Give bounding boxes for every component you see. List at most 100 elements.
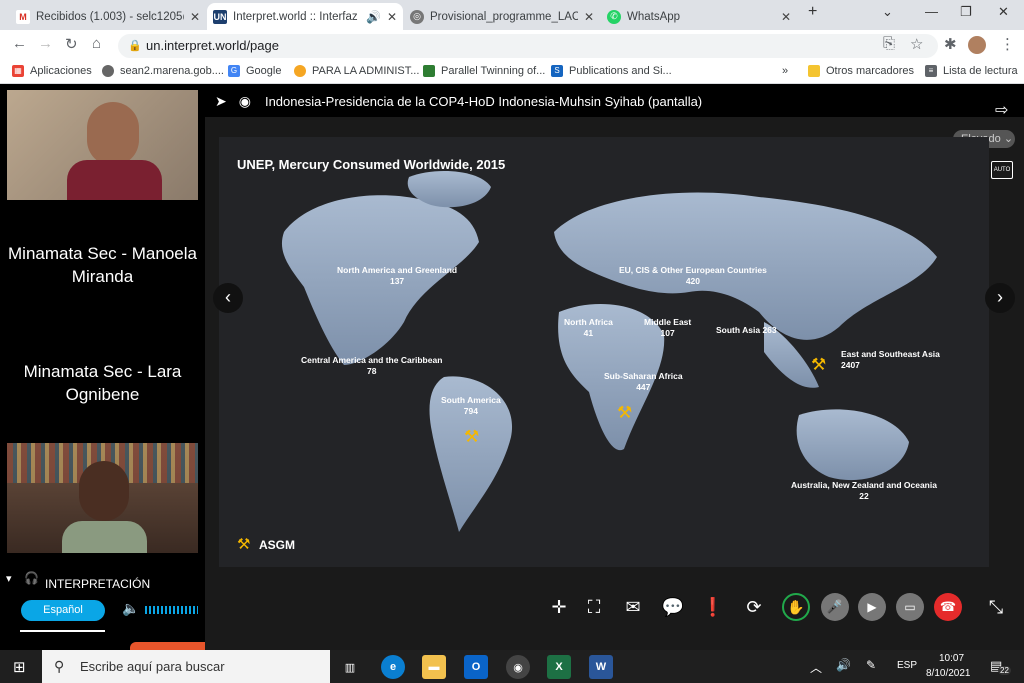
speaker-tray-icon[interactable]: 🔊	[836, 658, 851, 672]
close-icon[interactable]: ✕	[584, 10, 594, 24]
hand-icon[interactable]: ✋	[782, 593, 810, 621]
interpret-app: Minamata Sec - Manoela Miranda Minamata …	[0, 85, 1024, 652]
prev-slide-button[interactable]: ‹	[213, 283, 243, 313]
taskbar-search[interactable]: ⚲ Escribe aquí para buscar	[42, 650, 330, 683]
tab-title: Recibidos (1.003) - selc1205@gm	[36, 10, 184, 23]
divider	[20, 630, 105, 632]
tab-title: Interpret.world :: Interfaz de	[233, 10, 360, 23]
close-icon[interactable]: ✕	[781, 10, 791, 24]
region-south-america: South America 794	[441, 395, 501, 416]
next-slide-button[interactable]: ›	[985, 283, 1015, 313]
edge-icon[interactable]: e	[381, 655, 405, 679]
tab-provisional[interactable]: ◎ Provisional_programme_LAC_RM ✕	[404, 3, 600, 30]
menu-icon[interactable]: ⋮	[1000, 35, 1015, 53]
bookmark-apps[interactable]: ▦ Aplicaciones	[12, 65, 92, 77]
close-icon[interactable]: ✕	[387, 10, 397, 24]
eye-icon[interactable]: ◉	[239, 93, 251, 110]
close-icon[interactable]: ✕	[190, 10, 200, 24]
translate-icon[interactable]: ⎘	[883, 35, 895, 52]
folder-icon	[808, 65, 820, 77]
bookmark-para-la-administ[interactable]: PARA LA ADMINIST...	[294, 65, 419, 77]
stream-panel: ➤ ◉ Indonesia-Presidencia de la COP4-HoD…	[205, 85, 1024, 650]
chrome-icon[interactable]: ◉	[506, 655, 530, 679]
minimize-button[interactable]: —	[925, 4, 938, 19]
stream-title: Indonesia-Presidencia de la COP4-HoD Ind…	[264, 93, 703, 109]
profile-avatar[interactable]	[968, 36, 986, 54]
participant-name-2: Minamata Sec - Lara Ognibene	[23, 362, 182, 404]
more-bookmarks-icon[interactable]: »	[782, 65, 788, 77]
camera-icon[interactable]: ▶	[858, 593, 886, 621]
site-icon	[294, 65, 306, 77]
region-europe: EU, CIS & Other European Countries 420	[619, 265, 767, 286]
hang-up-icon[interactable]: ☎	[934, 593, 962, 621]
bookmark-google[interactable]: G Google	[228, 65, 281, 77]
bookmark-sean2[interactable]: sean2.marena.gob....	[102, 65, 224, 77]
bookmark-parallel-twinning[interactable]: Parallel Twinning of...	[423, 65, 545, 77]
participant-video-1	[7, 90, 198, 200]
headphones-icon: 🎧	[24, 571, 39, 585]
tab-whatsapp[interactable]: ✆ WhatsApp ✕	[601, 3, 797, 30]
microphone-icon[interactable]: 🎤	[821, 593, 849, 621]
language-button[interactable]: Español	[21, 600, 105, 621]
clock-time[interactable]: 10:07	[939, 653, 964, 664]
participant-focus-icon[interactable]: ⛶	[580, 593, 608, 621]
asgm-legend-icon: ⚒	[237, 536, 251, 553]
asgm-pickaxe-icon: ⚒	[617, 403, 633, 422]
site-icon: S	[551, 65, 563, 77]
tab-interpret[interactable]: UN Interpret.world :: Interfaz de 🔊 ✕	[207, 3, 403, 30]
close-window-button[interactable]: ✕	[998, 4, 1009, 20]
auto-toggle[interactable]: AUTO	[991, 161, 1013, 179]
speaker-icon[interactable]: 🔊	[366, 10, 381, 24]
word-icon[interactable]: W	[589, 655, 613, 679]
alert-icon[interactable]: ❗	[699, 593, 727, 621]
pin-icon[interactable]: ▾	[6, 572, 12, 585]
restore-button[interactable]: ❐	[960, 4, 972, 20]
clock-date[interactable]: 8/10/2021	[926, 668, 971, 679]
pen-tray-icon[interactable]: ✎	[866, 658, 876, 672]
bookmark-publications[interactable]: S Publications and Si...	[551, 65, 672, 77]
region-middle-east: Middle East 107	[644, 317, 692, 338]
exit-icon[interactable]: ⇨	[995, 100, 1008, 120]
swap-icon[interactable]: ⟳	[740, 593, 768, 621]
bookmark-star-icon[interactable]: ☆	[910, 35, 923, 53]
region-oceania: Australia, New Zealand and Oceania 22	[791, 480, 937, 501]
region-central-america: Central America and the Caribbean 78	[301, 355, 443, 376]
task-view-icon[interactable]: ▥	[338, 655, 362, 679]
tray-chevron-icon[interactable]: ︿	[810, 659, 822, 676]
whatsapp-icon: ✆	[607, 9, 621, 24]
url-input[interactable]: 🔒 un.interpret.world/page	[118, 34, 938, 58]
send-icon[interactable]: ➤	[215, 93, 227, 110]
tab-search-icon[interactable]: ⌄	[882, 4, 893, 20]
volume-icon[interactable]: 🔈	[122, 600, 139, 617]
tab-gmail[interactable]: M Recibidos (1.003) - selc1205@gm ✕	[10, 3, 206, 30]
chat-icon[interactable]: 💬	[659, 593, 687, 621]
home-icon[interactable]: ⌂	[92, 35, 101, 52]
bookmark-otros[interactable]: Otros marcadores	[808, 65, 914, 77]
exit-fullscreen-icon[interactable]: ⤡	[982, 593, 1010, 621]
new-tab-button[interactable]: +	[808, 3, 817, 21]
move-icon[interactable]: ✛	[545, 593, 573, 621]
extensions-icon[interactable]: ✱	[944, 35, 957, 53]
volume-slider[interactable]	[145, 606, 198, 614]
file-explorer-icon[interactable]: ▬	[422, 655, 446, 679]
excel-icon[interactable]: X	[547, 655, 571, 679]
forward-icon[interactable]: →	[38, 35, 53, 52]
stream-header: ➤ ◉ Indonesia-Presidencia de la COP4-HoD…	[205, 85, 1024, 117]
reload-icon[interactable]: ↻	[65, 35, 78, 53]
lock-icon: 🔒	[128, 40, 142, 52]
australia-shape	[796, 409, 909, 481]
region-north-africa: North Africa 41	[564, 317, 613, 338]
input-language[interactable]: ESP	[897, 660, 917, 671]
bookmarks-bar: ▦ Aplicaciones sean2.marena.gob.... G Goog…	[0, 60, 1024, 84]
region-east-asia: East and Southeast Asia 2407	[841, 349, 940, 370]
screen-share-icon[interactable]: ▭	[896, 593, 924, 621]
asgm-pickaxe-icon: ⚒	[464, 427, 480, 446]
windows-start-icon[interactable]: ⊞	[13, 658, 26, 676]
notification-count: 22	[998, 666, 1011, 675]
mail-icon[interactable]: ✉	[619, 593, 647, 621]
gmail-icon: M	[16, 9, 30, 24]
reading-list[interactable]: ≡ Lista de lectura	[925, 65, 1018, 77]
outlook-icon[interactable]: O	[464, 655, 488, 679]
back-icon[interactable]: ←	[12, 35, 27, 52]
slide-title: UNEP, Mercury Consumed Worldwide, 2015	[237, 157, 506, 172]
